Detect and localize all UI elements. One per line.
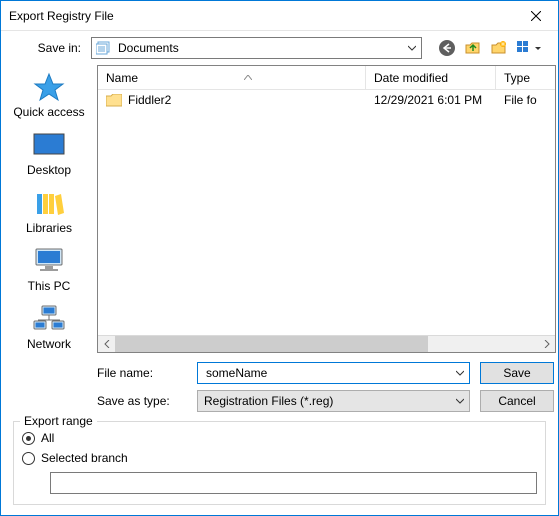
scroll-thumb[interactable] [115,336,428,352]
place-label: Quick access [13,105,84,119]
save-as-type-combo[interactable]: Registration Files (*.reg) [197,390,470,412]
file-fields: File name: Save Save as type: Registrati… [97,353,558,421]
place-label: Libraries [26,221,72,235]
titlebar: Export Registry File [1,1,558,31]
libraries-icon [33,188,65,218]
radio-all[interactable] [22,432,35,445]
dropdown-arrow-icon [535,41,541,55]
scroll-right-button[interactable] [538,336,555,353]
file-list-rows[interactable]: Fiddler2 12/29/2021 6:01 PM File fo [98,90,555,335]
horizontal-scrollbar[interactable] [98,335,555,352]
file-name-label: File name: [97,366,187,380]
new-folder-button[interactable] [488,37,510,59]
column-label: Type [504,71,530,85]
window-title: Export Registry File [9,9,513,23]
file-name-combo[interactable] [197,362,470,384]
scroll-left-button[interactable] [98,336,115,353]
places-bar: Quick access Desktop Libraries [1,65,97,421]
file-name-input[interactable] [204,363,469,383]
save-in-row: Save in: Documents [1,31,558,65]
radio-selected-branch-label: Selected branch [41,451,128,465]
column-header-name[interactable]: Name [98,66,366,89]
close-button[interactable] [513,1,558,30]
save-as-type-dropdown-button[interactable] [451,391,469,411]
file-name-dropdown-button[interactable] [451,363,469,383]
quick-access-icon [33,72,65,102]
column-header-type[interactable]: Type [496,66,555,89]
radio-all-label: All [41,431,54,445]
up-one-level-button[interactable] [462,37,484,59]
place-network[interactable]: Network [9,303,89,351]
file-list-header: Name Date modified Type [98,66,555,90]
save-as-type-value: Registration Files (*.reg) [204,394,333,408]
sort-asc-icon [244,75,252,80]
radio-selected-branch-row[interactable]: Selected branch [22,448,537,468]
chevron-left-icon [104,340,110,348]
desktop-icon [32,132,66,158]
chevron-down-icon [408,44,416,52]
folder-up-icon [464,39,482,57]
place-desktop[interactable]: Desktop [9,129,89,177]
file-name-cell: Fiddler2 [128,93,171,107]
save-in-dropdown-button[interactable] [403,38,421,58]
place-libraries[interactable]: Libraries [9,187,89,235]
place-label: Desktop [27,163,71,177]
place-label: This PC [28,279,71,293]
dialog-body: Quick access Desktop Libraries [1,65,558,421]
place-label: Network [27,337,71,351]
column-header-date[interactable]: Date modified [366,66,496,89]
close-icon [531,11,541,21]
nav-icon-group [436,37,544,59]
save-in-combo[interactable]: Documents [91,37,422,59]
export-range-group: Export range All Selected branch [13,421,546,505]
selected-branch-input[interactable] [50,472,537,494]
chevron-down-icon [456,397,464,405]
radio-selected-branch[interactable] [22,452,35,465]
main-panel: Name Date modified Type Fiddler2 [97,65,558,421]
radio-all-row[interactable]: All [22,428,537,448]
view-menu-button[interactable] [514,37,544,59]
column-label: Date modified [374,71,448,85]
save-as-type-label: Save as type: [97,394,187,408]
file-date-cell: 12/29/2021 6:01 PM [366,93,496,107]
file-type-cell: File fo [496,93,555,107]
back-arrow-icon [438,39,456,57]
table-row[interactable]: Fiddler2 12/29/2021 6:01 PM File fo [98,90,555,110]
chevron-down-icon [456,369,464,377]
chevron-right-icon [544,340,550,348]
back-button[interactable] [436,37,458,59]
file-list: Name Date modified Type Fiddler2 [97,65,556,353]
place-quick-access[interactable]: Quick access [9,71,89,119]
column-label: Name [106,71,138,85]
network-icon [32,304,66,334]
save-button[interactable]: Save [480,362,554,384]
scroll-track[interactable] [115,336,538,352]
place-this-pc[interactable]: This PC [9,245,89,293]
new-folder-icon [490,39,508,57]
save-in-label: Save in: [1,41,87,55]
export-range-legend: Export range [20,414,97,428]
computer-icon [32,246,66,276]
folder-icon [106,94,122,107]
view-grid-icon [517,41,535,55]
export-registry-dialog: Export Registry File Save in: Documents [0,0,559,516]
save-in-value: Documents [118,41,179,55]
cancel-button[interactable]: Cancel [480,390,554,412]
documents-folder-icon [96,41,112,55]
